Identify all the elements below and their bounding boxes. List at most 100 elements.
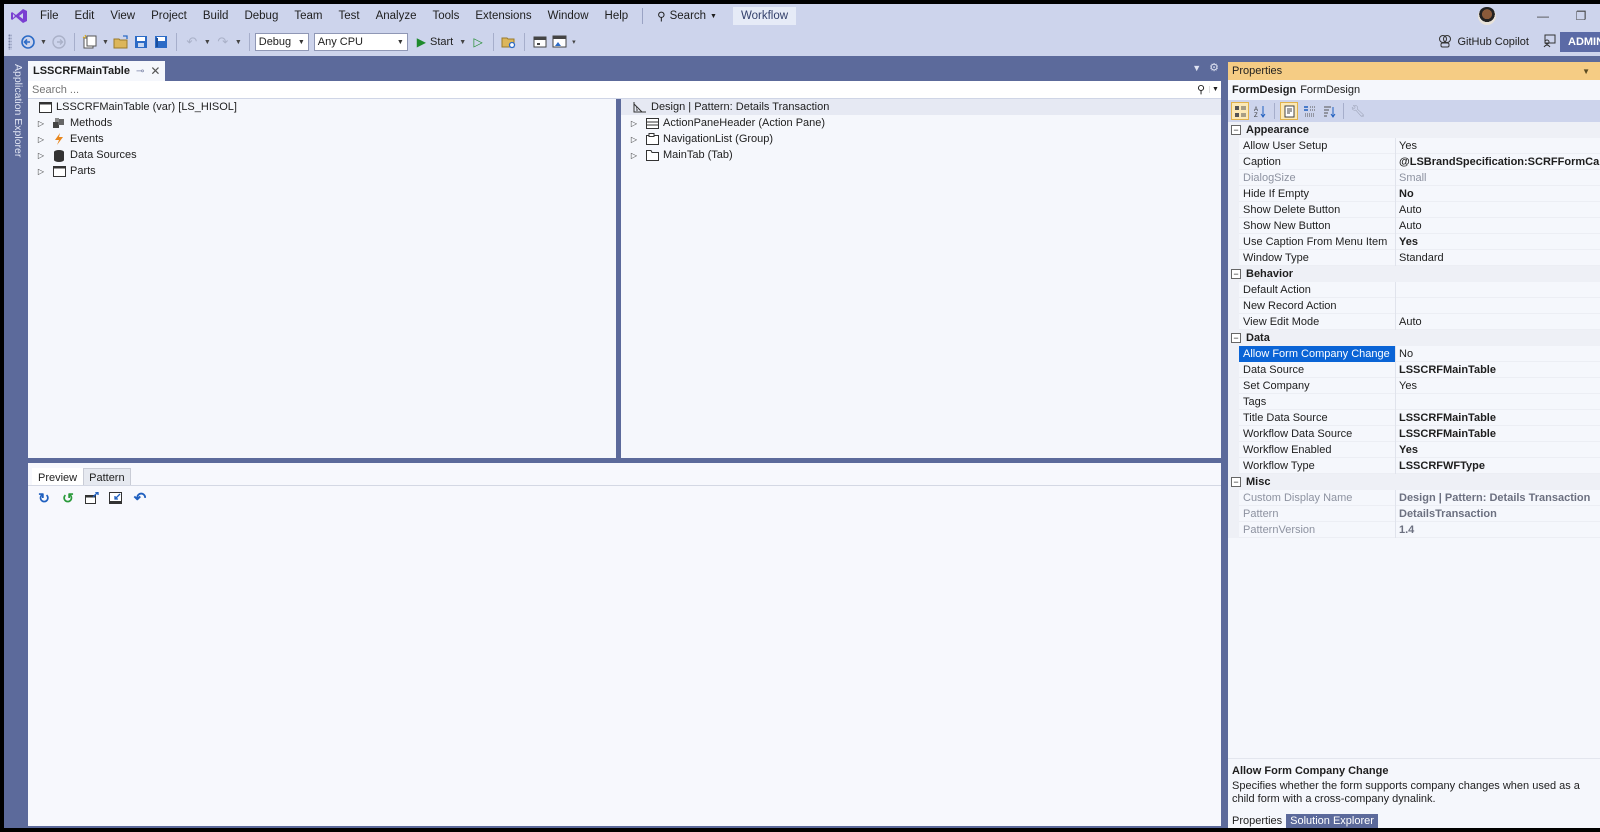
tab-preview[interactable]: Preview xyxy=(32,468,84,486)
menu-team[interactable]: Team xyxy=(286,4,330,28)
property-row[interactable]: DialogSize Small xyxy=(1228,169,1600,186)
chevron-down-icon[interactable]: ▼ xyxy=(40,39,47,46)
save-icon[interactable] xyxy=(132,33,150,51)
toolbar-overflow-icon[interactable]: ▾ xyxy=(572,38,576,46)
expand-arrow-icon[interactable]: ▷ xyxy=(629,119,639,128)
menu-help[interactable]: Help xyxy=(597,4,637,28)
design-item[interactable]: ▷ NavigationList (Group) xyxy=(621,131,1221,147)
property-value[interactable]: LSSCRFMainTable xyxy=(1396,362,1600,378)
menu-debug[interactable]: Debug xyxy=(236,4,286,28)
restore-button[interactable]: ❐ xyxy=(1562,9,1600,23)
avatar[interactable] xyxy=(1478,7,1496,25)
application-explorer-tab[interactable]: Application Explorer xyxy=(6,60,24,160)
events-view-icon[interactable] xyxy=(1300,102,1318,120)
expand-arrow-icon[interactable]: ▷ xyxy=(629,135,639,144)
property-row[interactable]: View Edit Mode Auto xyxy=(1228,313,1600,330)
undo-icon[interactable]: ↶ xyxy=(131,489,149,507)
property-value[interactable]: LSSCRFMainTable xyxy=(1396,410,1600,426)
property-row[interactable]: Workflow Data Source LSSCRFMainTable xyxy=(1228,425,1600,442)
property-row[interactable]: Window Type Standard xyxy=(1228,249,1600,266)
solution-platform-select[interactable]: Any CPU ▼ xyxy=(313,33,408,51)
tree-item[interactable]: ▷ Parts xyxy=(28,163,616,179)
category-row[interactable]: − Appearance xyxy=(1228,122,1600,138)
chevron-down-icon[interactable]: ▼ xyxy=(1209,86,1221,93)
wrench-icon[interactable]: 🔧︎ xyxy=(1349,102,1367,120)
property-value[interactable] xyxy=(1396,394,1600,410)
menu-file[interactable]: File xyxy=(32,4,67,28)
refresh-icon[interactable]: ↻ xyxy=(35,489,53,507)
property-value[interactable]: LSSCRFMainTable xyxy=(1396,426,1600,442)
property-value[interactable]: Yes xyxy=(1396,138,1600,154)
gear-icon[interactable]: ⚙ xyxy=(1209,61,1219,74)
menu-project[interactable]: Project xyxy=(143,4,195,28)
new-project-icon[interactable] xyxy=(81,33,99,51)
collapse-icon[interactable]: − xyxy=(1231,125,1241,135)
undo-icon[interactable]: ↶ xyxy=(183,33,201,51)
property-row[interactable]: Use Caption From Menu Item Yes xyxy=(1228,233,1600,250)
property-value[interactable]: DetailsTransaction xyxy=(1396,506,1600,522)
property-row[interactable]: Pattern DetailsTransaction xyxy=(1228,505,1600,522)
design-item[interactable]: ▷ ActionPaneHeader (Action Pane) xyxy=(621,115,1221,131)
chevron-down-icon[interactable]: ▼ xyxy=(459,39,466,46)
tab-solution-explorer[interactable]: Solution Explorer xyxy=(1286,814,1378,828)
category-row[interactable]: − Data xyxy=(1228,330,1600,346)
property-row[interactable]: Tags xyxy=(1228,393,1600,410)
property-row[interactable]: Caption@LSBrandSpecification:SCRFFormCap… xyxy=(1228,153,1600,170)
toolbar-grip[interactable] xyxy=(8,34,12,50)
menu-test[interactable]: Test xyxy=(330,4,367,28)
property-row[interactable]: Custom Display Name Design | Pattern: Det… xyxy=(1228,489,1600,506)
menu-extensions[interactable]: Extensions xyxy=(467,4,539,28)
tree-root[interactable]: LSSCRFMainTable (var) [LS_HISOL] xyxy=(28,99,616,115)
refresh-green-icon[interactable]: ↺ xyxy=(59,489,77,507)
pop-out-icon[interactable] xyxy=(83,489,101,507)
property-value[interactable]: Yes xyxy=(1396,378,1600,394)
designer-search-input[interactable] xyxy=(28,83,1193,96)
property-value[interactable]: LSSCRFWFType xyxy=(1396,458,1600,474)
tree-item[interactable]: ▷ Methods xyxy=(28,115,616,131)
property-row[interactable]: Show New Button Auto xyxy=(1228,217,1600,234)
chevron-down-icon[interactable]: ▼ xyxy=(1582,67,1590,76)
navigate-back-icon[interactable] xyxy=(19,33,37,51)
property-value[interactable]: No xyxy=(1396,186,1600,202)
menu-analyze[interactable]: Analyze xyxy=(368,4,425,28)
navigate-forward-icon[interactable] xyxy=(50,33,68,51)
menu-view[interactable]: View xyxy=(102,4,143,28)
chevron-down-icon[interactable]: ▼ xyxy=(102,39,109,46)
account-button[interactable]: ADMIN xyxy=(1560,32,1600,52)
design-header[interactable]: Design | Pattern: Details Transaction xyxy=(621,99,1221,115)
chevron-down-icon[interactable]: ▼ xyxy=(1192,63,1201,74)
design-item[interactable]: ▷ MainTab (Tab) xyxy=(621,147,1221,163)
document-tab[interactable]: LSSCRFMainTable ⊸ ✕ xyxy=(28,61,166,81)
tree-item[interactable]: ▷ Events xyxy=(28,131,616,147)
form-browser-icon[interactable] xyxy=(551,33,569,51)
property-row[interactable]: Hide If Empty No xyxy=(1228,185,1600,202)
find-in-folder-icon[interactable] xyxy=(500,33,518,51)
workflow-badge[interactable]: Workflow xyxy=(732,7,797,25)
property-value[interactable]: @LSBrandSpecification:SCRFFormCaption xyxy=(1396,154,1600,170)
expand-arrow-icon[interactable]: ▷ xyxy=(36,119,46,128)
tree-item[interactable]: ▷ Data Sources xyxy=(28,147,616,163)
property-value[interactable] xyxy=(1396,282,1600,298)
property-row[interactable]: New Record Action xyxy=(1228,297,1600,314)
collapse-icon[interactable]: − xyxy=(1231,333,1241,343)
tab-pattern[interactable]: Pattern xyxy=(83,468,131,486)
property-value[interactable] xyxy=(1396,298,1600,314)
property-row[interactable]: Workflow Enabled Yes xyxy=(1228,441,1600,458)
property-value[interactable]: Small xyxy=(1396,170,1600,186)
search-icon[interactable]: ⚲ xyxy=(1193,83,1209,96)
redo-icon[interactable]: ↷ xyxy=(214,33,232,51)
chevron-down-icon[interactable]: ▼ xyxy=(204,39,211,46)
collapse-icon[interactable]: − xyxy=(1231,269,1241,279)
property-row[interactable]: Set Company Yes xyxy=(1228,377,1600,394)
dock-in-icon[interactable] xyxy=(107,489,125,507)
property-value[interactable]: Auto xyxy=(1396,218,1600,234)
property-value[interactable]: No xyxy=(1396,346,1600,362)
property-row[interactable]: PatternVersion 1.4 xyxy=(1228,521,1600,538)
property-value[interactable]: Yes xyxy=(1396,442,1600,458)
expand-arrow-icon[interactable]: ▷ xyxy=(629,151,639,160)
search-menu[interactable]: ⚲ Search ▼ xyxy=(649,9,725,23)
property-value[interactable]: Standard xyxy=(1396,250,1600,266)
categorized-icon[interactable] xyxy=(1231,102,1249,120)
sort-icon[interactable] xyxy=(1320,102,1338,120)
pin-icon[interactable]: ⊸ xyxy=(136,66,144,77)
